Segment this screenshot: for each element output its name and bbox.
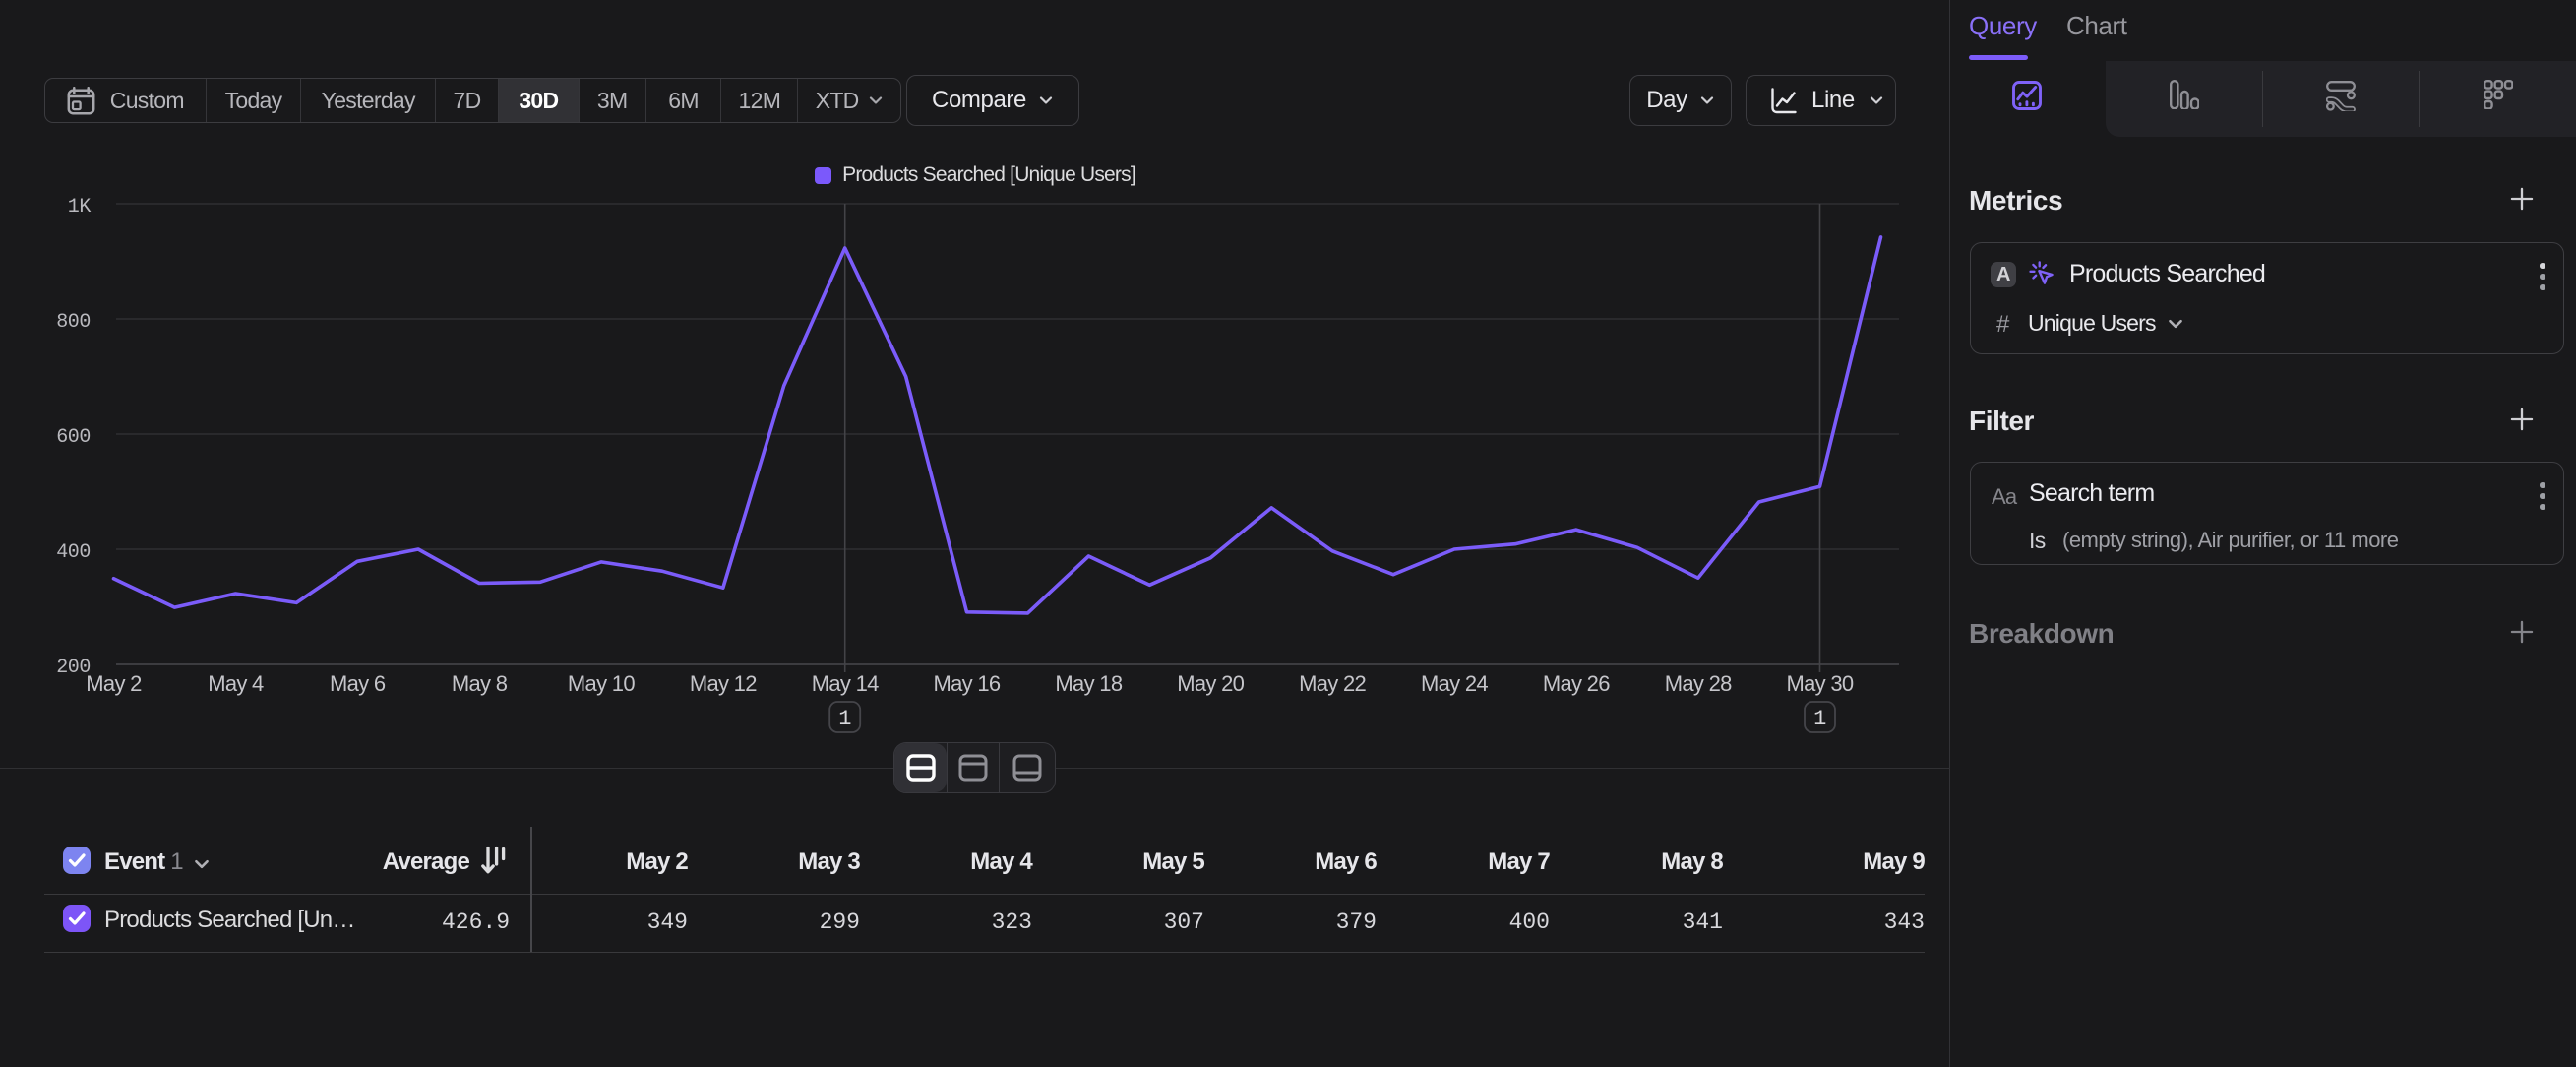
svg-text:May 10: May 10 (568, 671, 635, 696)
svg-text:400: 400 (56, 541, 91, 564)
svg-text:800: 800 (56, 311, 91, 334)
svg-text:May 30: May 30 (1787, 671, 1854, 696)
svg-text:600: 600 (56, 426, 91, 449)
svg-text:1K: 1K (68, 196, 92, 219)
svg-text:May 4: May 4 (208, 671, 264, 696)
svg-text:1: 1 (838, 707, 851, 731)
svg-text:May 16: May 16 (934, 671, 1001, 696)
svg-text:May 2: May 2 (86, 671, 142, 696)
svg-text:May 12: May 12 (690, 671, 757, 696)
svg-text:May 28: May 28 (1665, 671, 1732, 696)
svg-text:May 18: May 18 (1055, 671, 1122, 696)
svg-text:May 8: May 8 (452, 671, 508, 696)
svg-text:May 24: May 24 (1421, 671, 1488, 696)
svg-text:May 14: May 14 (812, 671, 879, 696)
svg-text:May 22: May 22 (1299, 671, 1366, 696)
svg-text:May 20: May 20 (1177, 671, 1244, 696)
svg-text:May 6: May 6 (330, 671, 386, 696)
svg-text:May 26: May 26 (1543, 671, 1610, 696)
svg-text:1: 1 (1813, 707, 1826, 731)
